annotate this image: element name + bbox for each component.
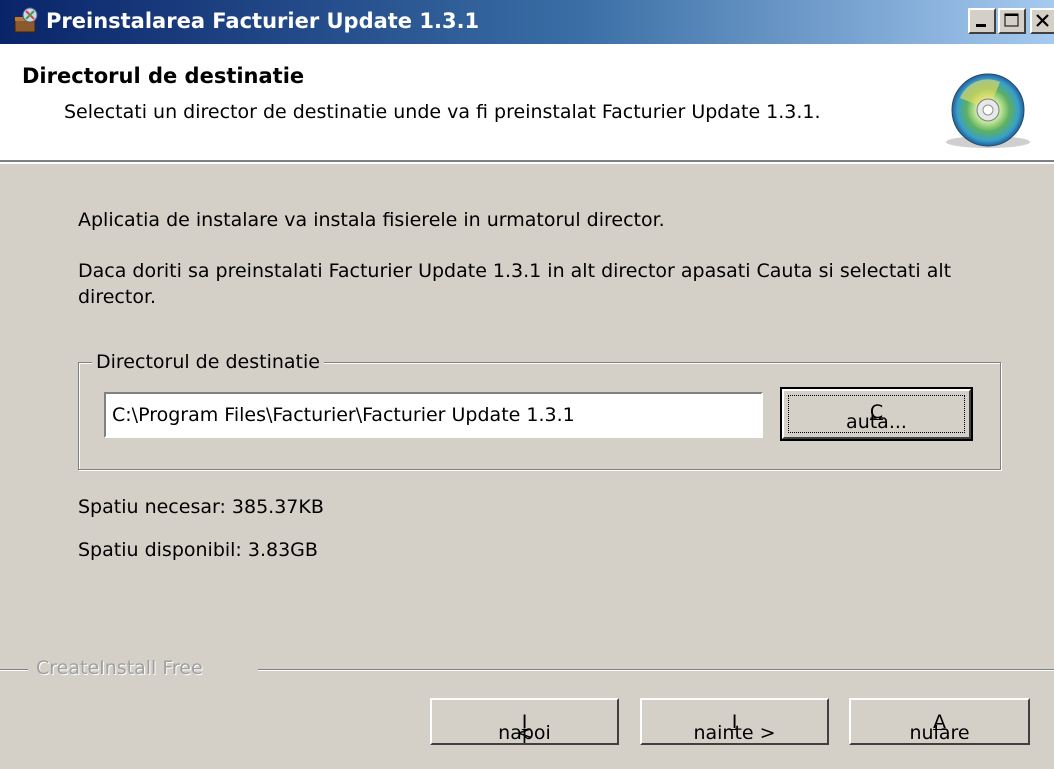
browse-button-label: Cauta... [846, 401, 907, 433]
window-title: Preinstalarea Facturier Update 1.3.1 [46, 9, 480, 33]
title-bar[interactable]: Preinstalarea Facturier Update 1.3.1 [0, 0, 1054, 44]
intro-text: Aplicatia de instalare va instala fisier… [78, 209, 665, 231]
maximize-icon [1004, 13, 1019, 27]
back-button[interactable]: < Inapoi [430, 698, 619, 745]
installer-app-icon [14, 7, 38, 33]
brand-divider-left [0, 669, 28, 671]
maximize-button[interactable] [998, 8, 1026, 34]
cd-disc-icon [946, 73, 1030, 148]
cancel-button-label: Anulare [909, 711, 970, 744]
browse-button[interactable]: Cauta... [780, 387, 973, 441]
brand-label: CreateInstall Free [36, 657, 203, 679]
page-description: Selectati un director de destinatie unde… [64, 101, 821, 123]
page-title: Directorul de destinatie [22, 64, 305, 88]
back-button-label: < Inapoi [498, 711, 551, 744]
installer-window: Preinstalarea Facturier Update 1.3.1 Dir… [0, 0, 1054, 769]
header-panel: Directorul de destinatie Selectati un di… [0, 44, 1054, 164]
required-space-text: Spatiu necesar: 385.37KB [78, 496, 324, 518]
destination-group-label: Directorul de destinatie [92, 349, 324, 375]
destination-path-input[interactable] [104, 392, 763, 438]
close-button[interactable] [1030, 8, 1054, 34]
instructions-text: Daca doriti sa preinstalati Facturier Up… [78, 260, 952, 308]
next-button-label: Inainte > [693, 711, 776, 744]
next-button[interactable]: Inainte > [640, 698, 829, 745]
cancel-button[interactable]: Anulare [849, 698, 1030, 745]
close-icon [1036, 14, 1049, 27]
brand-divider-right [258, 669, 1054, 671]
available-space-text: Spatiu disponibil: 3.83GB [78, 539, 318, 561]
minimize-icon [976, 24, 986, 27]
minimize-button[interactable] [968, 8, 996, 34]
